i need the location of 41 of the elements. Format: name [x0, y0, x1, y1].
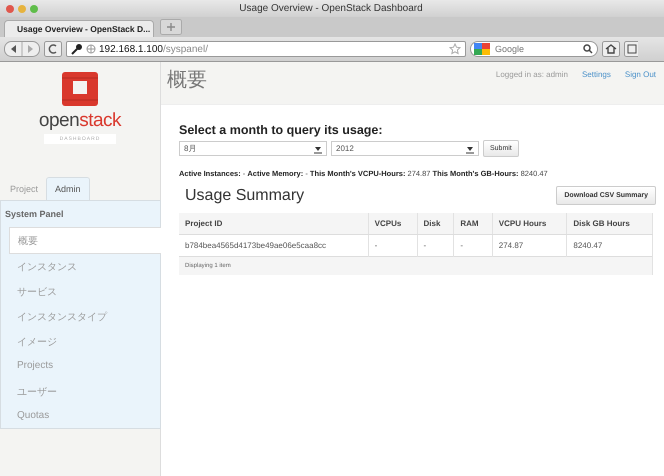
sign-out-link[interactable]: Sign Out: [624, 70, 656, 79]
new-tab-icon: [160, 19, 182, 35]
star-icon: [449, 43, 461, 55]
sidebar-item[interactable]: Quotas: [1, 404, 160, 428]
address-bar[interactable]: 192.168.1.100/syspanel/: [66, 41, 466, 57]
sidebar-item[interactable]: Projects: [1, 354, 160, 378]
url-text: 192.168.1.100/syspanel/: [99, 44, 208, 54]
key-icon: [71, 43, 83, 55]
sidebar-item[interactable]: ユーザー: [1, 378, 160, 404]
sidebar-item[interactable]: 概要: [9, 227, 161, 254]
year-select[interactable]: 2012: [331, 141, 479, 156]
reload-icon: [44, 41, 62, 57]
sidebar-item[interactable]: インスタンスタイプ: [1, 304, 160, 329]
settings-link[interactable]: Settings: [582, 70, 611, 79]
table-cell: -: [417, 234, 454, 256]
section-title: Usage Summary: [184, 186, 304, 204]
home-icon: [602, 41, 620, 57]
sidebar-item[interactable]: サービス: [1, 279, 160, 304]
sidebar-item[interactable]: イメージ: [1, 329, 160, 354]
sidebar-item[interactable]: インスタンス: [1, 254, 160, 279]
panel-title: System Panel: [4, 208, 65, 221]
table-cell: 274.87: [492, 234, 567, 256]
window-title: Usage Overview - OpenStack Dashboard: [238, 3, 424, 14]
table-cell: -: [368, 234, 417, 256]
search-engine-icon: [474, 43, 492, 55]
logo-wordmark: openstack: [38, 110, 122, 132]
browser-tab[interactable]: Usage Overview - OpenStack D...: [4, 20, 154, 37]
table-cell: b784bea4565d4173be49ae06e5caa8cc: [179, 234, 368, 256]
back-forward-icon: [4, 41, 40, 57]
table-cell: 8240.47: [566, 234, 652, 256]
sidebar-tab[interactable]: Project: [2, 178, 46, 200]
table-cell: -: [454, 234, 492, 256]
sidebar-tab[interactable]: Admin: [46, 177, 90, 200]
logged-in-text: Logged in as: admin: [496, 70, 568, 79]
search-icon: [583, 44, 593, 54]
cube-logo-icon: [60, 70, 100, 108]
bookmarks-icon: [624, 41, 638, 57]
page-title: 概要: [167, 68, 207, 93]
form-heading: Select a month to query its usage:: [179, 123, 384, 137]
globe-icon: [86, 44, 96, 54]
month-select[interactable]: 8月: [179, 141, 327, 156]
